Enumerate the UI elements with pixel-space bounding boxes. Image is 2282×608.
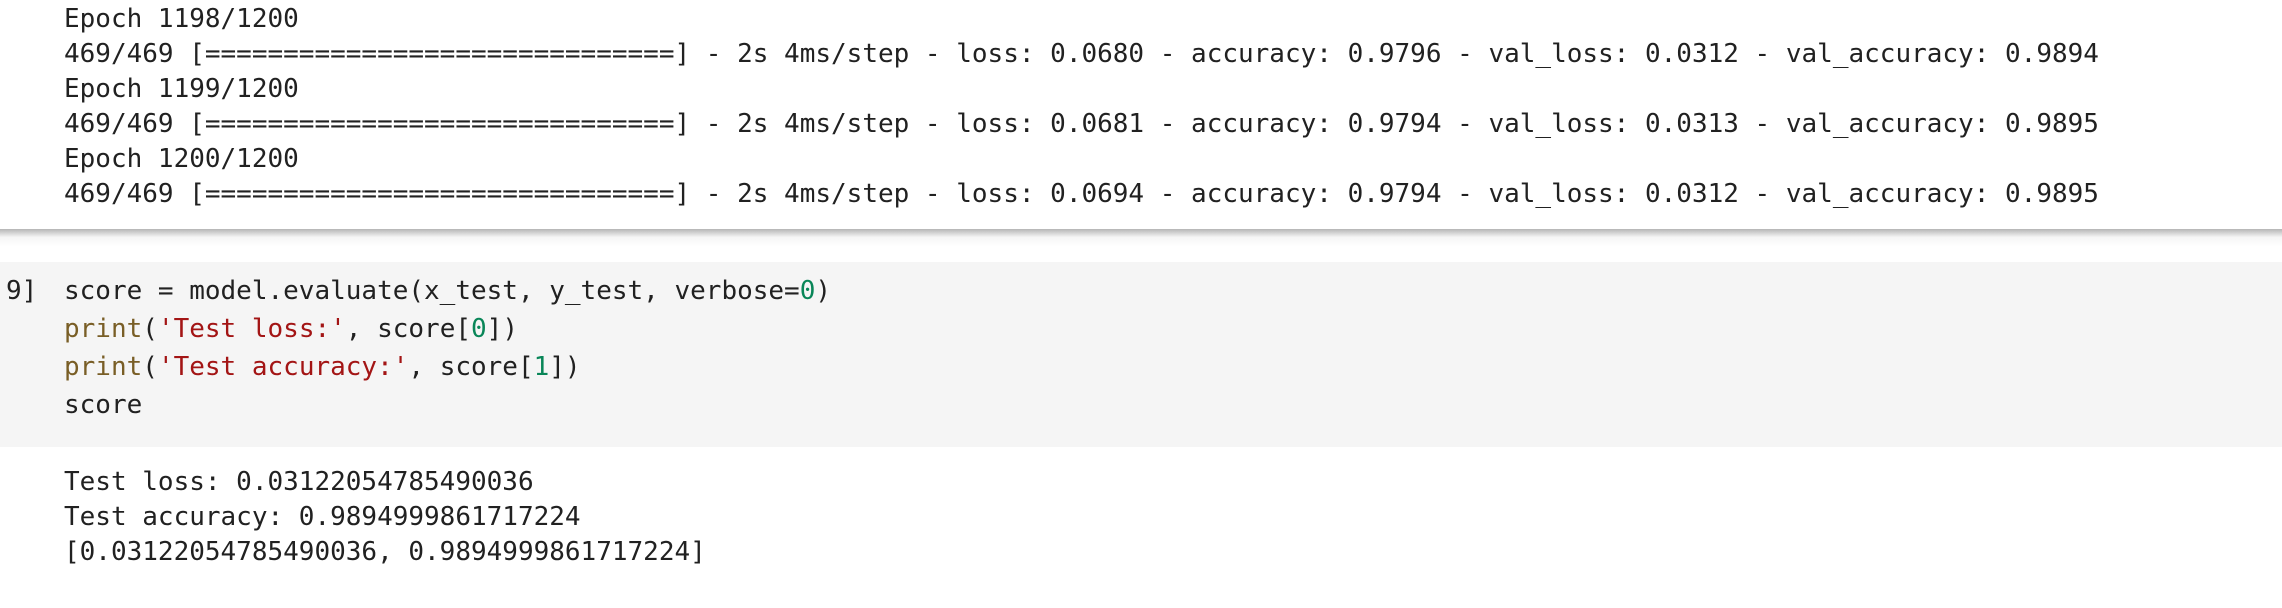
epoch-line: Epoch 1200/1200 — [64, 144, 299, 174]
training-output-area[interactable]: Epoch 1198/1200 469/469 [===============… — [0, 0, 2282, 229]
code-cell[interactable]: 9] score = model.evaluate(x_test, y_test… — [0, 262, 2282, 447]
code-text: ]) — [549, 352, 581, 382]
code-string: 'Test accuracy:' — [157, 352, 409, 382]
code-editor[interactable]: score = model.evaluate(x_test, y_test, v… — [64, 272, 831, 424]
output-text: Test loss: 0.03122054785490036 Test accu… — [64, 465, 706, 570]
code-text: ) — [815, 276, 832, 306]
code-number: 0 — [799, 276, 816, 306]
code-function: print — [64, 314, 143, 344]
progress-line: 469/469 [==============================]… — [64, 109, 2099, 139]
code-text: ( — [142, 314, 158, 344]
code-text: , score[ — [345, 314, 472, 344]
training-log: Epoch 1198/1200 469/469 [===============… — [64, 0, 2099, 210]
code-line-2: print('Test loss:', score[0]) — [64, 310, 831, 348]
code-text: ( — [142, 352, 158, 382]
scroll-shadow — [0, 229, 2282, 247]
output-line-score: [0.03122054785490036, 0.9894999861717224… — [64, 537, 706, 567]
progress-line: 469/469 [==============================]… — [64, 39, 2099, 69]
epoch-line: Epoch 1198/1200 — [64, 4, 299, 34]
code-text: score = model.evaluate(x_test, y_test, v… — [64, 276, 800, 306]
code-number: 0 — [471, 314, 487, 344]
code-number: 1 — [533, 352, 550, 382]
code-text: ]) — [486, 314, 518, 344]
code-text: , score[ — [408, 352, 534, 382]
output-line-test-loss: Test loss: 0.03122054785490036 — [64, 467, 534, 497]
code-string: 'Test loss:' — [157, 314, 346, 344]
progress-line: 469/469 [==============================]… — [64, 179, 2099, 209]
code-line-1: score = model.evaluate(x_test, y_test, v… — [64, 272, 831, 310]
epoch-line: Epoch 1199/1200 — [64, 74, 299, 104]
output-line-test-accuracy: Test accuracy: 0.9894999861717224 — [64, 502, 581, 532]
code-line-3: print('Test accuracy:', score[1]) — [64, 348, 831, 386]
code-line-4: score — [64, 390, 143, 420]
execution-count: 9] — [6, 276, 38, 306]
cell-output-area[interactable]: Test loss: 0.03122054785490036 Test accu… — [0, 447, 2282, 608]
code-function: print — [64, 352, 143, 382]
